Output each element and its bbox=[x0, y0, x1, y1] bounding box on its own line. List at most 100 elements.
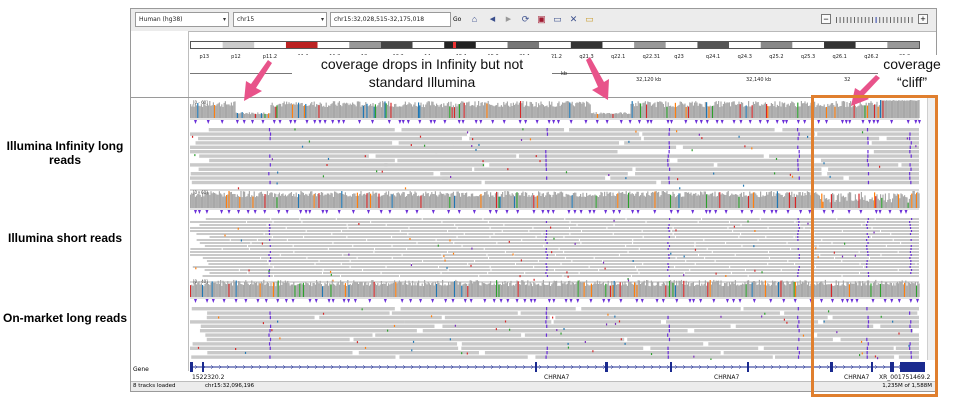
back-icon[interactable]: ◀ bbox=[487, 14, 498, 25]
coverage-bar bbox=[221, 285, 223, 297]
coverage-bar bbox=[530, 283, 532, 297]
ideogram-band bbox=[222, 42, 255, 48]
insertion-column bbox=[269, 311, 271, 315]
coverage-bar bbox=[247, 113, 249, 118]
coverage-bar bbox=[341, 106, 343, 118]
popup-icon[interactable]: ▭ bbox=[584, 14, 595, 25]
zoom-slider[interactable] bbox=[836, 17, 916, 23]
mismatch bbox=[322, 312, 325, 315]
coverage-bar bbox=[516, 192, 518, 208]
read bbox=[488, 272, 525, 274]
read bbox=[202, 275, 273, 277]
mismatch bbox=[404, 187, 407, 190]
mismatch bbox=[720, 315, 722, 318]
coverage-bar bbox=[463, 283, 465, 297]
coverage-bar bbox=[598, 283, 600, 297]
resize-icon[interactable]: ▭ bbox=[552, 14, 563, 25]
coverage-bar bbox=[284, 194, 286, 208]
region-icon[interactable]: ▣ bbox=[536, 14, 547, 25]
chromosome-ideogram[interactable] bbox=[190, 41, 920, 49]
read bbox=[741, 224, 800, 226]
coverage-bar bbox=[607, 280, 609, 297]
coverage-bar bbox=[190, 194, 192, 208]
coverage-bar bbox=[227, 281, 229, 297]
refresh-icon[interactable]: ⟳ bbox=[520, 14, 531, 25]
read bbox=[375, 154, 517, 158]
coverage-bar bbox=[341, 282, 343, 297]
coverage-bar bbox=[500, 285, 502, 297]
coverage-bar bbox=[743, 284, 745, 297]
insertion-marker bbox=[684, 120, 688, 124]
coverage-bar bbox=[682, 283, 684, 297]
coverage-bar bbox=[523, 106, 525, 118]
coverage-bar bbox=[588, 103, 590, 118]
read bbox=[226, 230, 306, 232]
coverage-bar bbox=[682, 103, 684, 118]
zoom-out-button[interactable]: − bbox=[821, 14, 831, 24]
forward-icon[interactable]: ▶ bbox=[503, 14, 514, 25]
insertion-column bbox=[269, 132, 272, 136]
coverage-bar bbox=[450, 193, 452, 208]
zoom-in-button[interactable]: + bbox=[918, 14, 928, 24]
read bbox=[614, 224, 669, 226]
mismatch bbox=[754, 269, 756, 272]
coverage-bar bbox=[204, 104, 206, 118]
read bbox=[248, 272, 323, 274]
coverage-bar bbox=[558, 193, 560, 208]
coverage-bar bbox=[535, 284, 537, 297]
coverage-bar bbox=[347, 103, 349, 118]
track-name-panel bbox=[131, 31, 189, 371]
coverage-bar bbox=[346, 102, 348, 118]
read bbox=[199, 242, 251, 244]
insertion-marker bbox=[518, 120, 522, 124]
coverage-bar bbox=[302, 192, 304, 208]
coverage-bar bbox=[504, 104, 506, 118]
mismatch bbox=[676, 130, 678, 133]
coverage-bar bbox=[269, 113, 271, 118]
coverage-bar bbox=[701, 104, 703, 118]
coverage-bar bbox=[649, 286, 651, 297]
locus-input[interactable]: chr15:32,028,515-32,175,018 bbox=[330, 12, 451, 27]
coverage-bar bbox=[623, 193, 625, 208]
coverage-bar bbox=[617, 284, 619, 297]
read bbox=[199, 224, 267, 226]
coverage-bar bbox=[524, 192, 526, 208]
coverage-bar bbox=[210, 282, 212, 297]
coverage-bar bbox=[470, 280, 472, 297]
coverage-bar bbox=[739, 284, 741, 297]
mismatch bbox=[549, 226, 552, 229]
coverage-bar bbox=[619, 192, 621, 208]
coverage-bar bbox=[228, 283, 230, 297]
coverage-bar bbox=[257, 285, 259, 297]
insertion-marker bbox=[472, 210, 476, 214]
chromosome-select[interactable]: chr15 ▾ bbox=[233, 12, 327, 27]
read bbox=[491, 269, 555, 271]
coverage-bar bbox=[539, 105, 541, 118]
ideogram-band bbox=[824, 42, 856, 48]
insertion-marker bbox=[443, 120, 447, 124]
home-icon[interactable]: ⌂ bbox=[469, 14, 480, 25]
insertion-column bbox=[546, 242, 548, 244]
coverage-bar bbox=[341, 191, 343, 208]
coverage-bar bbox=[722, 194, 724, 208]
coverage-bar bbox=[577, 196, 579, 208]
coverage-bar bbox=[748, 280, 750, 297]
coverage-bar bbox=[644, 101, 646, 118]
genome-select[interactable]: Human (hg38) ▾ bbox=[135, 12, 229, 27]
coverage-bar bbox=[487, 194, 489, 208]
coverage-bar bbox=[191, 106, 193, 118]
coverage-bar bbox=[326, 193, 328, 208]
coverage-bar bbox=[504, 280, 506, 297]
close-icon[interactable]: ✕ bbox=[568, 14, 579, 25]
coverage-bar bbox=[730, 106, 732, 118]
insertion-column bbox=[269, 257, 272, 259]
mismatch bbox=[761, 315, 763, 318]
coverage-bar bbox=[348, 105, 350, 118]
coverage-bar bbox=[602, 281, 604, 297]
coverage-bar bbox=[422, 193, 424, 208]
go-button[interactable]: Go bbox=[453, 12, 465, 27]
coverage-bar bbox=[395, 196, 397, 208]
read bbox=[190, 145, 455, 149]
insertion-marker bbox=[227, 210, 231, 214]
insertion-column bbox=[668, 337, 671, 342]
